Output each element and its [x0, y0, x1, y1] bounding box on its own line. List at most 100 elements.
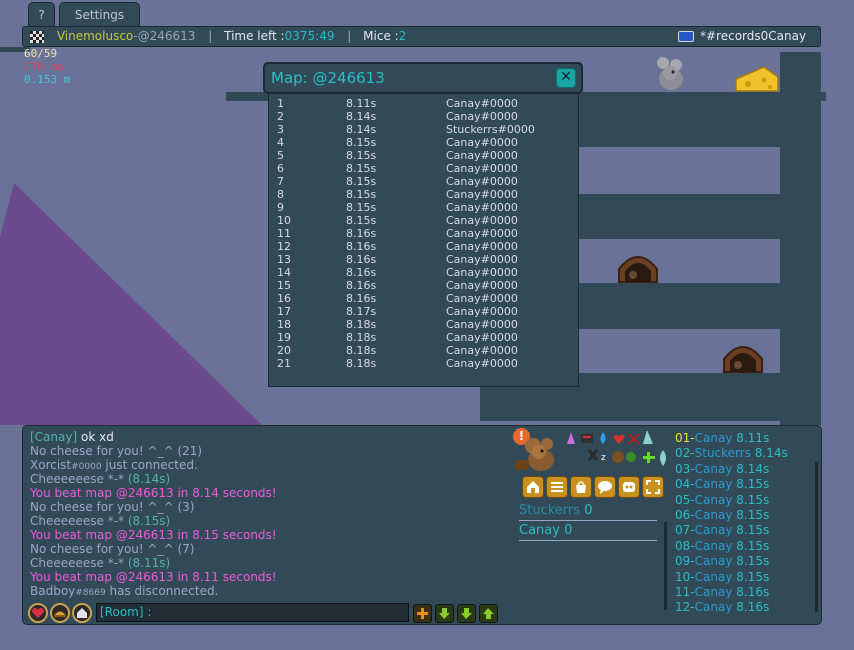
ranking-entry[interactable]: 09-Canay 8.15s: [675, 554, 769, 569]
ranking-entry[interactable]: 12-Canay 8.16s: [675, 600, 769, 615]
tab-settings[interactable]: Settings: [59, 2, 140, 26]
player-name[interactable]: Vinemolusco: [57, 27, 133, 46]
room-name[interactable]: *#records0Canay: [700, 27, 806, 46]
record-player[interactable]: Canay#0000: [446, 110, 518, 123]
record-player[interactable]: Canay#0000: [446, 266, 518, 279]
record-time: 8.16s: [346, 253, 377, 266]
chat-message-part: has disconnected.: [105, 584, 219, 598]
chat-message-part: Cheeeeeese *-*: [30, 556, 128, 570]
scoreboard-score: 0: [584, 503, 593, 518]
ranking-entry[interactable]: 10-Canay 8.15s: [675, 570, 769, 585]
heart-icon[interactable]: [28, 603, 48, 623]
record-row: 17 8.17s Canay#0000: [275, 305, 575, 318]
record-row: 7 8.15s Canay#0000: [275, 175, 575, 188]
player-avatar[interactable]: [515, 430, 561, 474]
ranking-entry[interactable]: 11-Canay 8.16s: [675, 585, 769, 600]
checkered-flag-icon: [30, 30, 44, 43]
record-player[interactable]: Canay#0000: [446, 357, 518, 370]
ranking-name: Canay: [694, 477, 733, 492]
record-player[interactable]: Canay#0000: [446, 305, 518, 318]
chat-icon[interactable]: [594, 476, 616, 498]
record-player[interactable]: Canay#0000: [446, 240, 518, 253]
scoreboard-entry[interactable]: Stuckerrs 0: [519, 503, 592, 519]
record-player[interactable]: Stuckerrs#0000: [446, 123, 535, 136]
chat-message: You beat map @246613 in 8.11 seconds!: [30, 570, 277, 584]
chat-message: No cheese for you! ^_^ (21): [30, 444, 202, 458]
ranking-name: Canay: [694, 492, 733, 507]
record-player[interactable]: Canay#0000: [446, 188, 518, 201]
mice-label: Mice :: [363, 29, 399, 43]
game-header-bar: Vinemolusco - @246613 | Time left : 0375…: [22, 26, 821, 47]
map-popup-title: Map: @246613: [271, 69, 385, 87]
record-rank: 15: [277, 279, 291, 292]
arrow-down-icon[interactable]: [435, 604, 454, 623]
house-icon[interactable]: [522, 476, 544, 498]
record-player[interactable]: Canay#0000: [446, 292, 518, 305]
plus-icon[interactable]: [413, 604, 432, 623]
tab-help[interactable]: ?: [28, 2, 55, 26]
record-rank: 18: [277, 318, 291, 331]
record-rank: 10: [277, 214, 291, 227]
record-row: 20 8.18s Canay#0000: [275, 344, 575, 357]
record-player[interactable]: Canay#0000: [446, 201, 518, 214]
list-icon[interactable]: [546, 476, 568, 498]
record-rank: 14: [277, 266, 291, 279]
chat-message-part: (8.15s): [127, 514, 171, 528]
room-flag-icon: [678, 31, 694, 42]
record-player[interactable]: Canay#0000: [446, 331, 518, 344]
chat-message-part[interactable]: Badboy: [30, 584, 75, 598]
fullscreen-icon[interactable]: [642, 476, 664, 498]
chat-message-part[interactable]: [Canay]: [30, 430, 81, 444]
ranking-entry[interactable]: 08-Canay 8.15s: [675, 539, 769, 554]
record-player[interactable]: Canay#0000: [446, 97, 518, 110]
tribe-house-icon[interactable]: [72, 603, 92, 623]
close-icon[interactable]: ✕: [556, 68, 576, 88]
ranking-entry[interactable]: 06-Canay 8.15s: [675, 508, 769, 523]
record-row: 11 8.16s Canay#0000: [275, 227, 575, 240]
record-row: 2 8.14s Canay#0000: [275, 110, 575, 123]
record-rank: 13: [277, 253, 291, 266]
rankings-scrollbar[interactable]: [815, 462, 818, 612]
record-player[interactable]: Canay#0000: [446, 253, 518, 266]
chat-input[interactable]: [Room] :: [96, 603, 409, 622]
shop-icon[interactable]: [570, 476, 592, 498]
ranking-time: 8.14s: [754, 446, 788, 461]
ranking-entry[interactable]: 01-Canay 8.11s: [675, 431, 769, 446]
scoreboard-scrollbar[interactable]: [664, 522, 667, 610]
chat-message-part: No cheese for you! ^_^ (3): [30, 500, 195, 514]
mice-count: 2: [398, 29, 407, 43]
arrow-up-icon[interactable]: [479, 604, 498, 623]
ranking-time: 8.15s: [736, 569, 770, 584]
record-player[interactable]: Canay#0000: [446, 214, 518, 227]
inventory-items: z: [563, 430, 673, 470]
map-popup-titlebar[interactable]: Map: @246613 ✕: [263, 62, 583, 94]
record-player[interactable]: Canay#0000: [446, 227, 518, 240]
record-player[interactable]: Canay#0000: [446, 136, 518, 149]
scoreboard-score: 0: [564, 523, 573, 538]
discord-icon[interactable]: [618, 476, 640, 498]
record-player[interactable]: Canay#0000: [446, 175, 518, 188]
record-player[interactable]: Canay#0000: [446, 162, 518, 175]
record-time: 8.17s: [346, 305, 377, 318]
ranking-position: 11: [675, 585, 691, 599]
mouse-avatar-icon: [654, 53, 688, 93]
record-row: 9 8.15s Canay#0000: [275, 201, 575, 214]
arrow-down-icon[interactable]: [457, 604, 476, 623]
map-code[interactable]: @246613: [138, 27, 196, 46]
ranking-entry[interactable]: 03-Canay 8.14s: [675, 462, 769, 477]
ranking-entry[interactable]: 02-Stuckerrs 8.14s: [675, 446, 788, 461]
ranking-entry[interactable]: 07-Canay 8.15s: [675, 523, 769, 538]
record-row: 15 8.16s Canay#0000: [275, 279, 575, 292]
record-player[interactable]: Canay#0000: [446, 279, 518, 292]
shaman-hat-icon[interactable]: [50, 603, 70, 623]
record-row: 13 8.16s Canay#0000: [275, 253, 575, 266]
record-row: 3 8.14s Stuckerrs#0000: [275, 123, 575, 136]
record-player[interactable]: Canay#0000: [446, 344, 518, 357]
ranking-entry[interactable]: 05-Canay 8.15s: [675, 493, 769, 508]
record-rank: 8: [277, 188, 284, 201]
ranking-entry[interactable]: 04-Canay 8.15s: [675, 477, 769, 492]
record-player[interactable]: Canay#0000: [446, 149, 518, 162]
chat-message-part[interactable]: Xorcist: [30, 458, 71, 472]
record-player[interactable]: Canay#0000: [446, 318, 518, 331]
scoreboard-entry[interactable]: Canay 0: [519, 523, 572, 539]
